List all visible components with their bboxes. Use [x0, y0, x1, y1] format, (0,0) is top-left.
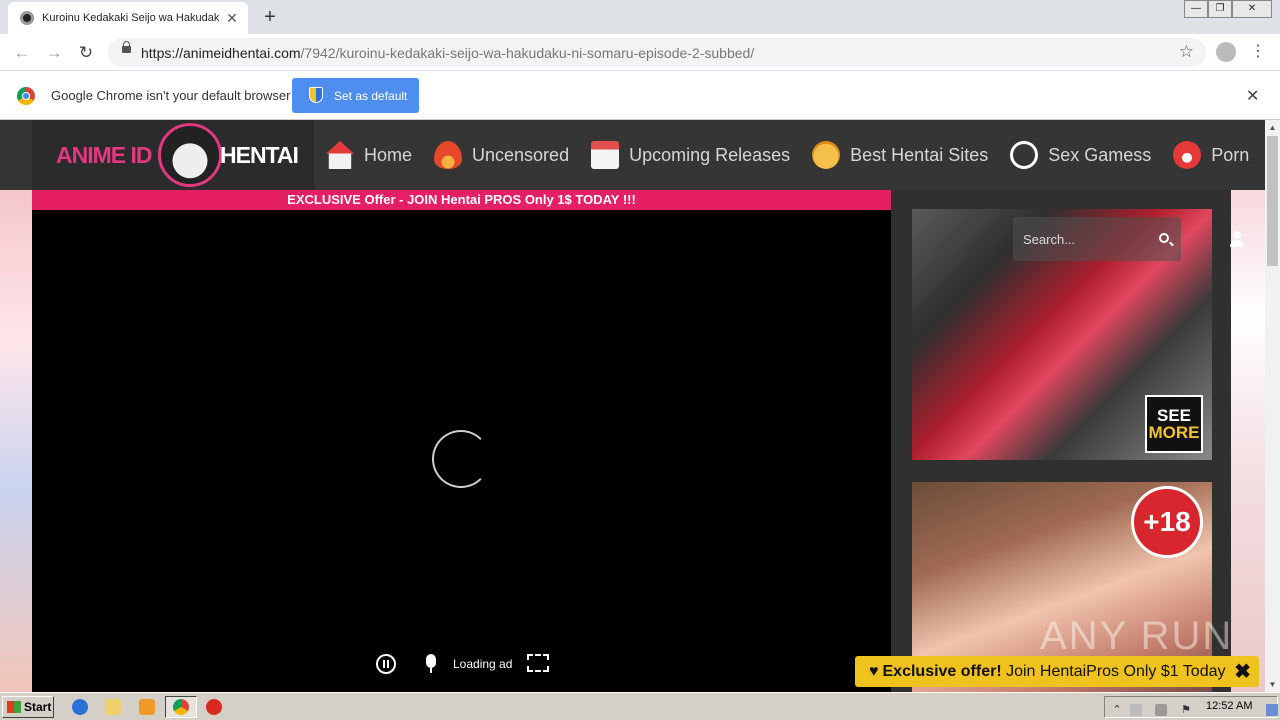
nav-sex-gamess-label: Sex Gamess	[1048, 144, 1152, 165]
see-more-line2: MORE	[1148, 423, 1200, 442]
toast-close-icon[interactable]: ✖	[1234, 659, 1251, 684]
tray-volume-icon[interactable]	[1155, 704, 1167, 716]
flame-badge-icon	[1173, 141, 1202, 169]
set-as-default-label: Set as default	[334, 88, 408, 103]
reload-button[interactable]: ↻	[74, 41, 98, 65]
video-player[interactable]: Loading ad	[32, 210, 891, 692]
fullscreen-icon[interactable]	[527, 654, 549, 672]
search-placeholder: Search...	[1023, 232, 1076, 247]
url-text: https://animeidhentai.com/7942/kuroinu-k…	[141, 45, 754, 61]
scroll-up-arrow-icon[interactable]: ▲	[1265, 120, 1280, 135]
browser-toolbar: ← → ↻ https://animeidhentai.com/7942/kur…	[0, 34, 1280, 71]
search-input[interactable]: Search...	[1013, 217, 1181, 261]
infobar-message: Google Chrome isn't your default browser	[51, 88, 291, 103]
toast-message: Exclusive offer! Join HentaiPros Only $1…	[883, 663, 1226, 681]
infobar-close-icon[interactable]: ✕	[1246, 86, 1259, 106]
nav-best-hentai-sites-label: Best Hentai Sites	[850, 144, 989, 165]
exclusive-offer-banner[interactable]: EXCLUSIVE Offer - JOIN Hentai PROS Only …	[32, 190, 891, 210]
pause-icon[interactable]	[376, 654, 396, 674]
default-browser-infobar: Google Chrome isn't your default browser…	[0, 71, 1280, 120]
toast-prefix: Exclusive offer!	[882, 662, 1002, 680]
window-minimize-button[interactable]: —	[1184, 0, 1208, 18]
nav-best-hentai-sites[interactable]: Best Hentai Sites	[812, 120, 988, 190]
loading-ad-text: Loading ad	[453, 657, 513, 671]
scroll-down-arrow-icon[interactable]: ▼	[1265, 677, 1280, 692]
scroll-thumb[interactable]	[1267, 136, 1278, 266]
microphone-icon[interactable]	[426, 654, 436, 673]
loading-spinner-icon	[432, 430, 490, 488]
left-background-art	[0, 190, 32, 692]
new-tab-button[interactable]: +	[258, 6, 282, 30]
logo-text-right: HENTAI	[220, 142, 299, 168]
site-logo[interactable]: ANIME ID HENTAI	[32, 120, 314, 190]
tray-show-desktop-icon[interactable]	[1266, 704, 1278, 716]
chrome-taskbar-icon	[173, 699, 189, 715]
page-scrollbar[interactable]: ▲ ▼	[1265, 120, 1280, 692]
back-button[interactable]: ←	[10, 41, 34, 65]
address-bar[interactable]: https://animeidhentai.com/7942/kuroinu-k…	[108, 38, 1206, 67]
nerd-face-icon	[812, 141, 841, 169]
window-restore-button[interactable]: ❐	[1208, 0, 1232, 18]
logo-mascot-icon	[158, 123, 222, 187]
site-favicon-icon	[20, 11, 34, 25]
house-icon	[326, 141, 354, 169]
nav-sex-gamess[interactable]: Sex Gamess	[1010, 120, 1151, 190]
chrome-logo-icon	[17, 87, 35, 105]
url-path: /7942/kuroinu-kedakaki-seijo-wa-hakudaku…	[300, 45, 755, 61]
bookmark-star-icon[interactable]: ☆	[1179, 42, 1194, 62]
user-account-icon[interactable]	[1230, 231, 1244, 247]
opera-icon[interactable]	[206, 699, 222, 715]
profile-avatar-icon[interactable]	[1216, 42, 1236, 62]
screen: Kuroinu Kedakaki Seijo wa Hakudaku ni So…	[0, 0, 1280, 720]
tray-network-icon[interactable]	[1130, 704, 1142, 716]
nav-porn-label: Porn	[1211, 144, 1250, 165]
anyrun-watermark: ANY RUN	[1040, 614, 1234, 658]
windows-taskbar: Start ⌃ ⚑ 12:52 AM	[0, 692, 1280, 720]
start-label: Start	[24, 700, 52, 714]
nav-upcoming-releases[interactable]: Upcoming Releases	[591, 120, 790, 190]
search-icon[interactable]	[1159, 233, 1169, 243]
browser-tab[interactable]: Kuroinu Kedakaki Seijo wa Hakudaku ni So…	[8, 2, 248, 34]
nav-uncensored-label: Uncensored	[472, 144, 570, 165]
url-host: https://animeidhentai.com	[141, 45, 301, 61]
tray-expand-icon[interactable]: ⌃	[1111, 704, 1123, 716]
taskbar-clock: 12:52 AM	[1206, 700, 1253, 712]
nav-upcoming-releases-label: Upcoming Releases	[629, 144, 791, 165]
main-nav: Home Uncensored Upcoming Releases Best H…	[326, 120, 1265, 190]
window-close-button[interactable]: ✕	[1232, 0, 1272, 18]
see-more-button[interactable]: SEE MORE	[1145, 395, 1203, 453]
tab-title: Kuroinu Kedakaki Seijo wa Hakudaku ni So…	[42, 12, 220, 24]
taskbar-chrome-button[interactable]	[165, 696, 197, 718]
heart-icon: ♥	[869, 662, 879, 680]
tray-flag-icon[interactable]: ⚑	[1180, 704, 1192, 716]
set-as-default-button[interactable]: Set as default	[292, 78, 419, 113]
media-player-icon[interactable]	[139, 699, 155, 715]
nav-home[interactable]: Home	[326, 120, 412, 190]
right-background-art	[1231, 190, 1265, 692]
start-button[interactable]: Start	[2, 696, 54, 718]
logo-text-left: ANIME ID	[56, 142, 152, 168]
forward-button[interactable]: →	[42, 41, 66, 65]
nav-uncensored[interactable]: Uncensored	[434, 120, 569, 190]
nutaku-logo-icon	[1010, 141, 1039, 169]
exclusive-offer-toast[interactable]: ♥ Exclusive offer! Join HentaiPros Only …	[855, 656, 1259, 687]
tab-close-icon[interactable]: ✕	[224, 10, 240, 26]
nav-home-label: Home	[364, 144, 413, 165]
website: ANIME ID HENTAI Home Uncensored Upcoming…	[0, 120, 1265, 692]
tab-strip: Kuroinu Kedakaki Seijo wa Hakudaku ni So…	[0, 0, 1280, 34]
windows-flag-icon	[7, 701, 21, 713]
calendar-icon	[591, 141, 620, 169]
browser-menu-icon[interactable]: ⋮	[1250, 42, 1266, 62]
folder-icon[interactable]	[105, 699, 121, 715]
internet-explorer-icon[interactable]	[72, 699, 88, 715]
uac-shield-icon	[309, 87, 323, 103]
lock-icon	[122, 41, 131, 53]
adult-18-badge: +18	[1131, 486, 1203, 558]
toast-body: Join HentaiPros Only $1 Today	[1001, 662, 1226, 680]
site-header: ANIME ID HENTAI Home Uncensored Upcoming…	[0, 120, 1265, 190]
nav-porn[interactable]: Porn	[1173, 120, 1249, 190]
fire-icon	[434, 141, 463, 169]
